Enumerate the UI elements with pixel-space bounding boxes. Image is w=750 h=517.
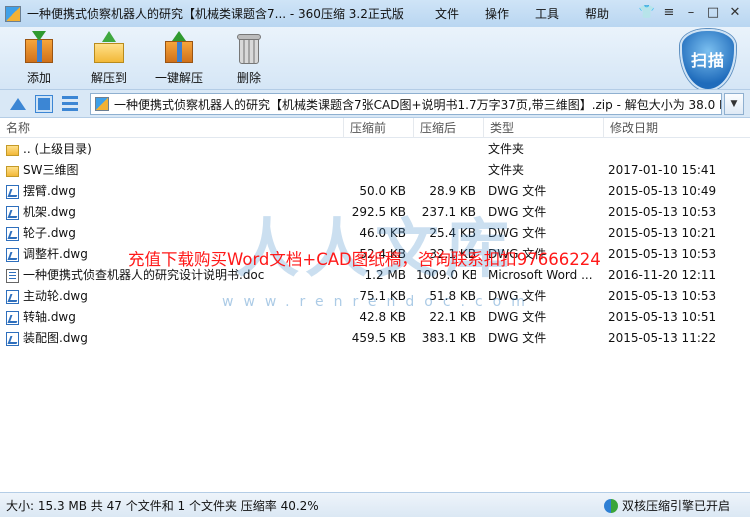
path-field[interactable]: 一种便携式侦察机器人的研究【机械类课题含7张CAD图+说明书1.7万字37页,带…: [90, 93, 722, 115]
dwg-file-icon: [6, 331, 19, 346]
dwg-file-icon: [6, 205, 19, 220]
menu-help[interactable]: 帮助: [572, 5, 622, 22]
list-view-icon[interactable]: [62, 96, 78, 112]
file-list-header: 名称 压缩前 压缩后 类型 修改日期: [0, 118, 750, 138]
file-compressed: 383.1 KB: [421, 331, 476, 345]
column-compressed[interactable]: 压缩后: [414, 118, 484, 138]
title-bar: 一种便携式侦察机器人的研究【机械类课题含7... - 360压缩 3.2正式版 …: [0, 0, 750, 27]
one-click-extract-label: 一键解压: [154, 71, 203, 85]
close-icon[interactable]: ✕: [724, 2, 746, 24]
file-compressed: [416, 160, 476, 181]
file-name: 调整杆.dwg: [23, 247, 88, 261]
file-compressed: [416, 139, 476, 160]
file-date: 2016-11-20 12:11: [608, 268, 717, 282]
file-name: 主动轮.dwg: [23, 289, 88, 303]
folder-icon: [6, 144, 19, 156]
watermark-logo: 人人文库: [235, 213, 515, 287]
extract-to-label: 解压到: [90, 71, 127, 85]
watermark-text: 充值下载购买Word文档+CAD图纸稿，咨询联系扣扣97666224: [128, 250, 601, 269]
list-item[interactable]: 转轴.dwg 42.8 KB 22.1 KB DWG 文件 2015-05-13…: [0, 307, 750, 328]
add-button[interactable]: 添加: [6, 31, 72, 86]
engine-status[interactable]: 双核压缩引擎已开启: [603, 497, 730, 514]
address-bar: 一种便携式侦察机器人的研究【机械类课题含7张CAD图+说明书1.7万字37页,带…: [0, 89, 750, 118]
menu-file[interactable]: 文件: [422, 5, 472, 22]
file-compressed: 22.1 KB: [429, 310, 476, 324]
file-name: 摆臂.dwg: [23, 184, 76, 198]
file-size: [346, 139, 406, 160]
settings-icon[interactable]: ≡: [658, 2, 680, 24]
column-type[interactable]: 类型: [484, 118, 604, 138]
one-click-extract-icon: [162, 31, 196, 65]
file-size: [346, 160, 406, 181]
extract-to-button[interactable]: 解压到: [76, 31, 142, 86]
dwg-file-icon: [6, 310, 19, 325]
up-arrow-icon[interactable]: [10, 98, 26, 110]
window-controls: 👕 ≡ – □ ✕: [636, 2, 746, 24]
scan-label: 扫描: [690, 51, 725, 70]
engine-status-label: 双核压缩引擎已开启: [621, 499, 730, 513]
watermark-url: www.renrendoc.com: [222, 294, 535, 310]
toolbar: 添加 解压到 一键解压 删除: [0, 27, 750, 89]
doc-file-icon: [6, 268, 19, 283]
one-click-extract-button[interactable]: 一键解压: [146, 31, 212, 86]
tile-view-icon[interactable]: [35, 95, 53, 113]
file-date: 2015-05-13 10:53: [608, 289, 717, 303]
file-type: DWG 文件: [488, 331, 547, 345]
file-date: 2017-01-10 15:41: [608, 163, 717, 177]
path-dropdown-button[interactable]: ▼: [724, 93, 744, 115]
delete-button[interactable]: 删除: [216, 31, 282, 86]
path-text: 一种便携式侦察机器人的研究【机械类课题含7张CAD图+说明书1.7万字37页,带…: [114, 97, 722, 112]
dwg-file-icon: [6, 226, 19, 241]
file-type: 文件夹: [488, 163, 525, 177]
scan-button[interactable]: 扫描: [676, 27, 740, 97]
file-name: 机架.dwg: [23, 205, 76, 219]
extract-folder-icon: [92, 31, 126, 65]
menu-tools[interactable]: 工具: [522, 5, 572, 22]
column-modified[interactable]: 修改日期: [604, 118, 750, 138]
file-name: 轮子.dwg: [23, 226, 76, 240]
file-date: 2015-05-13 10:53: [608, 205, 717, 219]
file-name: 装配图.dwg: [23, 331, 88, 345]
add-archive-icon: [22, 31, 56, 65]
window-title: 一种便携式侦察机器人的研究【机械类课题含7... - 360压缩 3.2正式版: [27, 7, 404, 21]
file-date: 2015-05-13 11:22: [608, 331, 717, 345]
column-name[interactable]: 名称: [0, 118, 344, 138]
folder-icon: [6, 165, 19, 177]
minimize-icon[interactable]: –: [680, 2, 702, 24]
add-label: 添加: [26, 71, 51, 85]
file-type: 文件夹: [488, 142, 525, 156]
dwg-file-icon: [6, 289, 19, 304]
menu-operation[interactable]: 操作: [472, 5, 522, 22]
zip-archive-icon: [95, 97, 109, 111]
list-item[interactable]: .. (上级目录) 文件夹: [0, 139, 750, 160]
trash-icon: [232, 31, 266, 65]
file-size: 459.5 KB: [351, 331, 406, 345]
dwg-file-icon: [6, 184, 19, 199]
menu-bar: 文件 操作 工具 帮助: [422, 5, 622, 22]
delete-label: 删除: [236, 71, 261, 85]
file-date: 2015-05-13 10:51: [608, 310, 717, 324]
file-name: 转轴.dwg: [23, 310, 76, 324]
column-size[interactable]: 压缩前: [344, 118, 414, 138]
skin-shirt-icon[interactable]: 👕: [636, 2, 658, 24]
status-summary: 大小: 15.3 MB 共 47 个文件和 1 个文件夹 压缩率 40.2%: [6, 499, 319, 513]
file-date: 2015-05-13 10:53: [608, 247, 717, 261]
status-bar: 大小: 15.3 MB 共 47 个文件和 1 个文件夹 压缩率 40.2% 双…: [0, 492, 750, 517]
file-type: DWG 文件: [488, 310, 547, 324]
file-name: SW三维图: [23, 163, 79, 177]
file-date: 2015-05-13 10:49: [608, 184, 717, 198]
file-date: 2015-05-13 10:21: [608, 226, 717, 240]
dual-core-engine-icon: [603, 498, 618, 513]
list-item[interactable]: 装配图.dwg 459.5 KB 383.1 KB DWG 文件 2015-05…: [0, 328, 750, 349]
file-date: [608, 139, 748, 160]
maximize-icon[interactable]: □: [702, 2, 724, 24]
list-item[interactable]: SW三维图 文件夹 2017-01-10 15:41: [0, 160, 750, 181]
file-size: 42.8 KB: [359, 310, 406, 324]
dwg-file-icon: [6, 247, 19, 262]
app-icon: [5, 5, 21, 22]
file-name: .. (上级目录): [23, 142, 92, 156]
